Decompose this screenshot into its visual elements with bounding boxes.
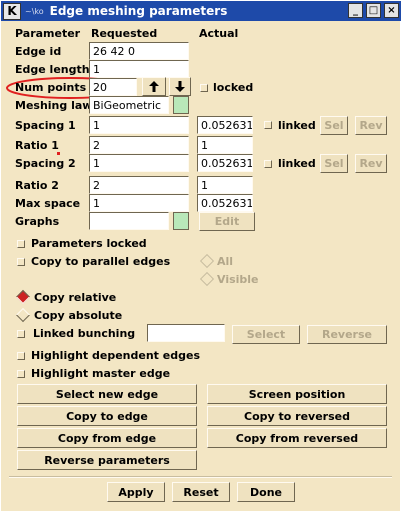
edit-button[interactable]: Edit bbox=[199, 212, 255, 231]
graphs-field[interactable] bbox=[89, 212, 169, 230]
spacing2-label: Spacing 2 bbox=[15, 157, 76, 170]
select-new-edge-button[interactable]: Select new edge bbox=[17, 384, 197, 404]
locked-label: locked bbox=[213, 81, 254, 94]
copy-to-parallel-checkbox[interactable] bbox=[17, 258, 25, 266]
minimize-button[interactable]: _ bbox=[348, 3, 363, 18]
header-requested: Requested bbox=[91, 27, 158, 40]
reverse-parameters-button[interactable]: Reverse parameters bbox=[17, 450, 197, 470]
spacing2-linked-label: linked bbox=[278, 157, 316, 170]
ratio1-actual-field: 1 bbox=[197, 136, 253, 154]
spacing2-linked-checkbox[interactable] bbox=[264, 160, 272, 168]
copy-to-reversed-button[interactable]: Copy to reversed bbox=[207, 406, 387, 426]
copy-absolute-label: Copy absolute bbox=[34, 309, 123, 322]
footer-separator bbox=[9, 476, 392, 478]
all-label: All bbox=[217, 255, 234, 268]
copy-from-edge-button[interactable]: Copy from edge bbox=[17, 428, 197, 448]
reset-button[interactable]: Reset bbox=[172, 482, 230, 502]
num-points-field[interactable]: 20 bbox=[89, 78, 137, 96]
spacing2-sel-button[interactable]: Sel bbox=[320, 154, 348, 173]
header-actual: Actual bbox=[199, 27, 239, 40]
ratio1-label: Ratio 1 bbox=[15, 139, 59, 152]
linked-bunching-checkbox[interactable] bbox=[17, 330, 25, 338]
copy-from-reversed-button[interactable]: Copy from reversed bbox=[207, 428, 387, 448]
spacing2-actual-field: 0.0526316 bbox=[197, 154, 253, 172]
all-radio[interactable] bbox=[199, 253, 215, 269]
parameters-locked-label: Parameters locked bbox=[31, 237, 147, 250]
spacing2-requested-field[interactable]: 1 bbox=[89, 154, 189, 172]
graphs-label: Graphs bbox=[15, 215, 60, 228]
max-space-label: Max space bbox=[15, 197, 81, 210]
num-points-label: Num points bbox=[15, 81, 87, 94]
close-button[interactable]: × bbox=[384, 3, 399, 18]
spacing1-linked-label: linked bbox=[278, 119, 316, 132]
done-button[interactable]: Done bbox=[237, 482, 295, 502]
title-bar[interactable]: K ~\ko Edge meshing parameters _ □ × bbox=[1, 1, 401, 21]
ratio1-marker bbox=[57, 152, 60, 155]
app-logo-icon[interactable]: K bbox=[3, 2, 21, 20]
arrow-up-icon bbox=[149, 81, 159, 92]
reverse-button[interactable]: Reverse bbox=[307, 325, 387, 344]
copy-to-edge-button[interactable]: Copy to edge bbox=[17, 406, 197, 426]
max-space-actual-field: 0.0526316 bbox=[197, 194, 253, 212]
copy-to-parallel-label: Copy to parallel edges bbox=[31, 255, 171, 268]
copy-relative-radio[interactable] bbox=[15, 289, 31, 305]
window-title: Edge meshing parameters bbox=[49, 4, 228, 18]
spacing1-rev-button[interactable]: Rev bbox=[355, 116, 387, 135]
edge-id-label: Edge id bbox=[15, 45, 62, 58]
graphs-color-swatch[interactable] bbox=[173, 212, 189, 230]
visible-radio[interactable] bbox=[199, 271, 215, 287]
ratio2-label: Ratio 2 bbox=[15, 179, 59, 192]
spacing1-actual-field: 0.0526316 bbox=[197, 116, 253, 134]
meshing-law-label: Meshing law bbox=[15, 99, 93, 112]
select-button[interactable]: Select bbox=[232, 325, 300, 344]
ratio2-actual-field: 1 bbox=[197, 176, 253, 194]
edge-meshing-window: K ~\ko Edge meshing parameters _ □ × Par… bbox=[0, 0, 401, 512]
parameters-locked-checkbox[interactable] bbox=[17, 240, 25, 248]
app-label: ~\ko bbox=[25, 6, 44, 16]
spacing2-rev-button[interactable]: Rev bbox=[355, 154, 387, 173]
decrement-button[interactable] bbox=[169, 77, 191, 96]
linked-bunching-label: Linked bunching bbox=[33, 327, 136, 340]
spacing1-label: Spacing 1 bbox=[15, 119, 76, 132]
meshing-law-color-swatch[interactable] bbox=[173, 96, 189, 114]
spacing1-sel-button[interactable]: Sel bbox=[320, 116, 348, 135]
locked-checkbox[interactable] bbox=[200, 84, 208, 92]
copy-absolute-radio[interactable] bbox=[15, 307, 31, 323]
ratio2-requested-field[interactable]: 2 bbox=[89, 176, 189, 194]
spacing1-requested-field[interactable]: 1 bbox=[89, 116, 189, 134]
header-parameter: Parameter bbox=[15, 27, 81, 40]
edge-id-field[interactable]: 26 42 0 bbox=[89, 42, 189, 60]
arrow-down-icon bbox=[175, 81, 185, 92]
max-space-requested-field[interactable]: 1 bbox=[89, 194, 189, 212]
highlight-master-label: Highlight master edge bbox=[31, 367, 171, 380]
highlight-master-checkbox[interactable] bbox=[17, 370, 25, 378]
apply-button[interactable]: Apply bbox=[107, 482, 165, 502]
visible-label: Visible bbox=[217, 273, 259, 286]
linked-bunching-field[interactable] bbox=[147, 324, 225, 342]
highlight-dependent-label: Highlight dependent edges bbox=[31, 349, 200, 362]
maximize-button[interactable]: □ bbox=[366, 3, 381, 18]
meshing-law-field[interactable]: BiGeometric bbox=[89, 96, 169, 114]
copy-relative-label: Copy relative bbox=[34, 291, 117, 304]
increment-button[interactable] bbox=[142, 77, 166, 96]
spacing1-linked-checkbox[interactable] bbox=[264, 121, 272, 129]
screen-position-button[interactable]: Screen position bbox=[207, 384, 387, 404]
ratio1-requested-field[interactable]: 2 bbox=[89, 136, 189, 154]
highlight-dependent-checkbox[interactable] bbox=[17, 352, 25, 360]
